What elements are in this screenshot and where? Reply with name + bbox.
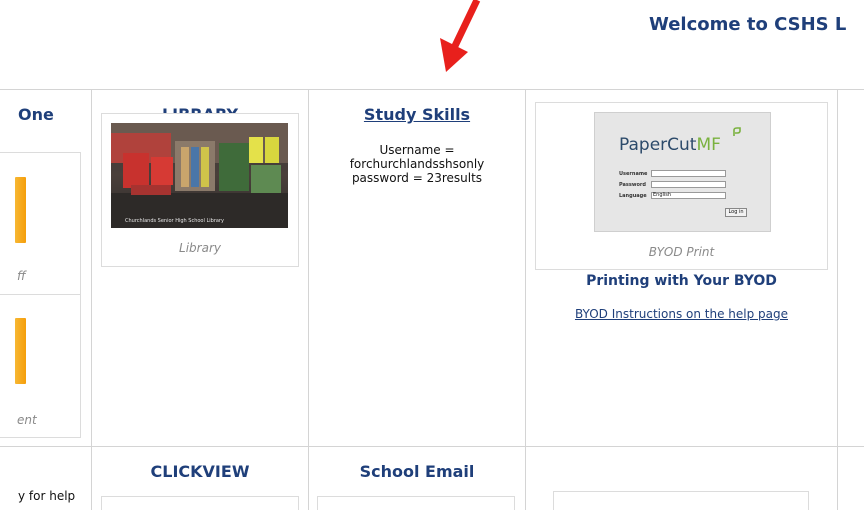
library-image[interactable]: Churchlands Senior High School Library — [111, 123, 288, 228]
study-skills-link[interactable]: Study Skills — [309, 105, 525, 124]
papercut-language-label: Language — [619, 193, 647, 199]
school-email-card[interactable] — [317, 496, 515, 510]
library-image-label: Churchlands Senior High School Library — [125, 218, 224, 224]
study-skills-username-label: Username = — [379, 143, 455, 157]
papercut-password-field — [651, 181, 726, 188]
student-tile-icon[interactable] — [15, 318, 26, 384]
clickview-card[interactable] — [101, 496, 299, 510]
papercut-leaf-icon — [733, 127, 741, 136]
papercut-login-button: Log in — [725, 208, 747, 217]
study-skills-password: password = 23results — [351, 171, 483, 185]
clickview-title: CLICKVIEW — [150, 462, 250, 481]
study-skills-username-value: forchurchlandsshsonly — [349, 157, 485, 171]
byod-instructions-link[interactable]: BYOD Instructions on the help page — [526, 307, 837, 321]
library-photo-illustration — [111, 123, 288, 228]
school-email-title: School Email — [359, 462, 475, 481]
left-column-title: One — [18, 105, 54, 124]
byod-print-caption: BYOD Print — [648, 245, 715, 259]
byod-heading: Printing with Your BYOD — [586, 273, 777, 289]
papercut-password-label: Password — [619, 182, 646, 188]
papercut-language-select: English — [651, 192, 726, 199]
grid-line-top — [0, 89, 864, 90]
page: Welcome to CSHS L One ff ent y for help … — [0, 0, 864, 510]
grid-line-v3 — [525, 89, 526, 510]
left-card-divider — [0, 294, 81, 295]
welcome-heading: Welcome to CSHS L — [649, 14, 847, 35]
left-caption-1: ff — [17, 269, 26, 283]
row2-right-card[interactable] — [553, 491, 809, 510]
red-arrow-icon — [440, 0, 481, 72]
left-column-card — [0, 152, 81, 438]
library-caption: Library — [179, 241, 221, 255]
papercut-logo: PaperCutMF — [619, 135, 721, 155]
left-caption-2: ent — [17, 413, 37, 427]
papercut-login-image[interactable]: PaperCutMF Username Password Language En… — [594, 112, 771, 232]
papercut-username-label: Username — [619, 171, 648, 177]
papercut-username-field — [651, 170, 726, 177]
grid-line-v4 — [837, 89, 838, 510]
grid-line-v1 — [91, 89, 92, 510]
left-bottom-text: y for help — [18, 489, 76, 503]
staff-tile-icon[interactable] — [15, 177, 26, 243]
grid-line-middle — [0, 446, 864, 447]
